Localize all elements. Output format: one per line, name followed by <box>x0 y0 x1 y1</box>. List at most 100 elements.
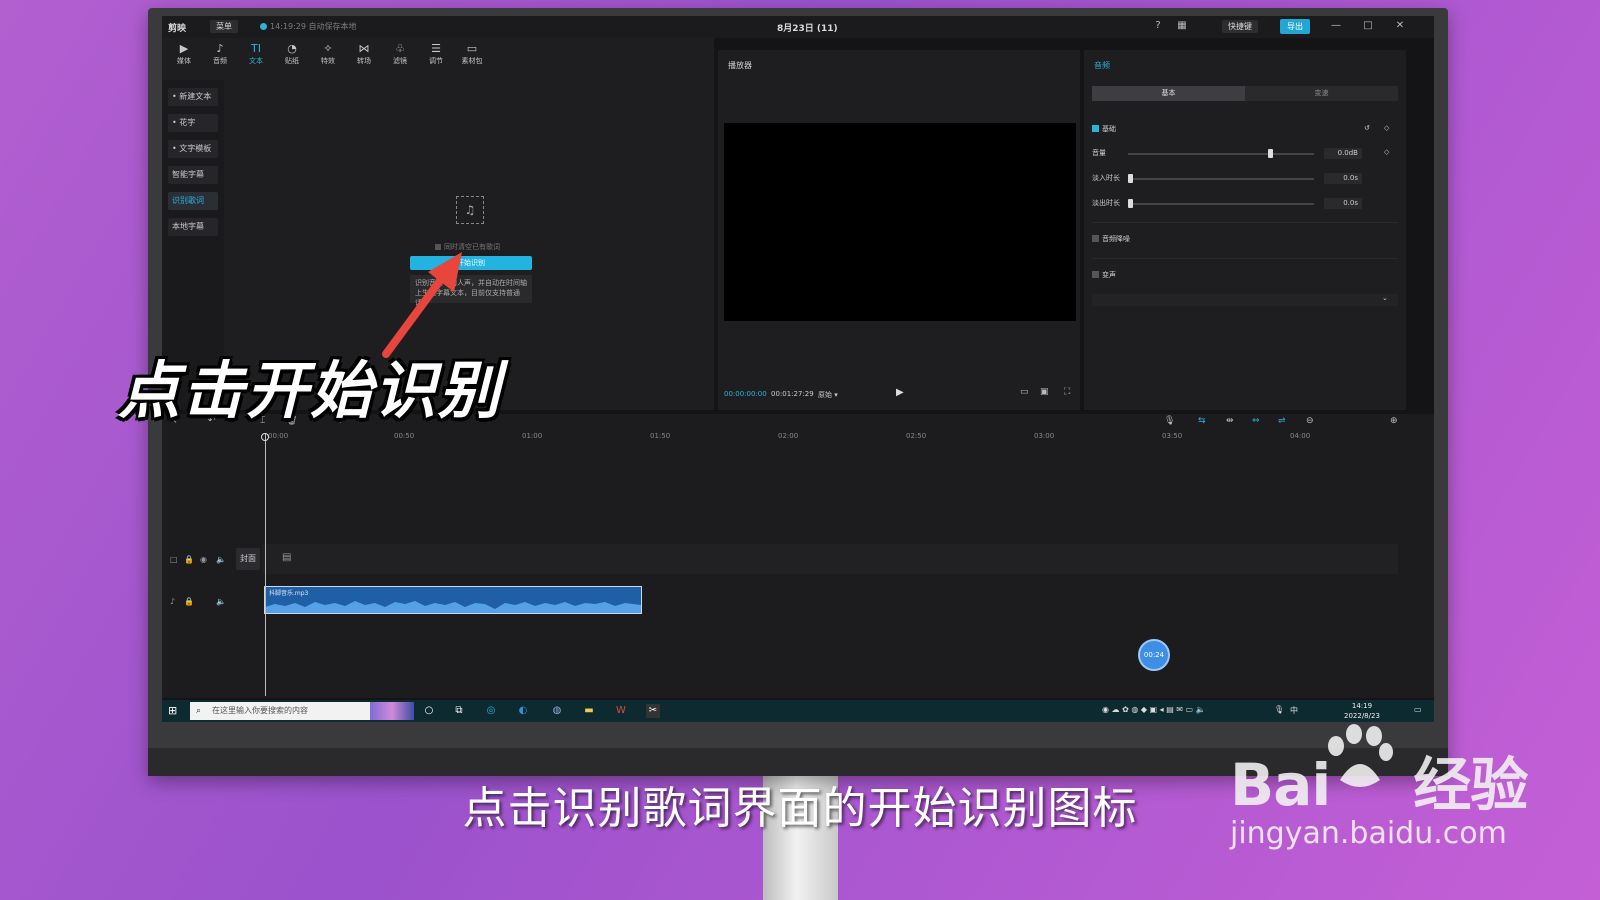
tab-basic[interactable]: 基本 <box>1092 86 1245 101</box>
volume-slider-knob[interactable] <box>1267 149 1273 158</box>
tool-label: 文本 <box>249 57 263 65</box>
fade-in-slider-knob[interactable] <box>1128 174 1133 183</box>
fade-out-slider-knob[interactable] <box>1128 199 1133 208</box>
tool-media[interactable]: ▶ 媒体 <box>168 42 200 66</box>
playhead[interactable] <box>265 434 266 696</box>
chevron-down-icon[interactable]: ⌄ <box>1382 294 1388 302</box>
text-icon: TI <box>251 42 261 55</box>
speaker-icon[interactable]: 🔈 <box>216 555 226 564</box>
audio-clip[interactable]: 抖脚音乐.mp3 <box>264 586 642 614</box>
app-icon[interactable]: ◍ <box>550 704 564 718</box>
zoom-in-icon[interactable]: ⊕ <box>1390 416 1398 426</box>
microphone-tray-icon[interactable]: 🎙 <box>1274 705 1284 714</box>
ruler-tick: 01:00 <box>522 432 543 440</box>
sidebar-item-local-caption[interactable]: 本地字幕 <box>168 218 218 236</box>
layout-icon[interactable]: ▦ <box>1176 20 1188 32</box>
keyframe-icon[interactable]: ◇ <box>1384 124 1389 132</box>
tool-audio[interactable]: ♪ 音频 <box>204 42 236 66</box>
edge-icon[interactable]: ◐ <box>516 704 530 718</box>
cortana-icon[interactable]: ○ <box>422 704 436 718</box>
volume-slider[interactable] <box>1128 149 1314 158</box>
search-icon: ⌕ <box>196 706 202 716</box>
fade-in-value[interactable]: 0.0s <box>1324 173 1362 184</box>
shortcut-button[interactable]: 快捷键 <box>1222 20 1258 33</box>
checkbox[interactable] <box>1092 125 1099 132</box>
voice-change-toggle[interactable]: 变声 <box>1092 270 1116 280</box>
file-explorer-icon[interactable]: ▬ <box>582 704 596 718</box>
search-placeholder: 在这里输入你要搜索的内容 <box>212 706 308 715</box>
eye-icon[interactable]: ◉ <box>200 555 207 564</box>
export-button[interactable]: 导出 <box>1280 19 1310 34</box>
lock-icon[interactable]: 🔒 <box>184 555 194 564</box>
checkbox[interactable] <box>1092 271 1099 278</box>
ratio-select[interactable]: 原始 ▾ <box>818 390 838 400</box>
reset-icon[interactable]: ↺ <box>1364 124 1370 132</box>
track-link-icon[interactable]: ⇌ <box>1278 416 1286 426</box>
time-ruler: 00:00 00:50 01:00 01:50 02:00 02:50 03:0… <box>262 432 1422 442</box>
track-select-icon[interactable]: □ <box>170 555 178 564</box>
film-icon: ▤ <box>282 552 292 563</box>
sidebar-item-fancy-text[interactable]: • 花字 <box>168 114 218 132</box>
category-toolbar: ▶ 媒体 ♪ 音频 TI 文本 ◔ 贴纸 ✧ 特效 ⋈ 转场 ♧ 滤镜 ☰ 调节 ▭ 素材包 <box>162 38 714 80</box>
link-icon[interactable]: ⇆ <box>1198 416 1206 426</box>
denoise-toggle[interactable]: 音频降噪 <box>1092 234 1130 244</box>
tool-sticker[interactable]: ◔ 贴纸 <box>276 42 308 66</box>
volume-value[interactable]: 0.0dB <box>1324 148 1362 159</box>
sidebar-item-lyrics[interactable]: 识别歌词 <box>168 192 218 210</box>
sidebar-item-new-text[interactable]: • 新建文本 <box>168 88 218 106</box>
preview-axis-icon[interactable]: ⇔ <box>1252 416 1260 426</box>
wps-icon[interactable]: W <box>614 704 628 718</box>
waveform-icon[interactable]: ▭ <box>1020 387 1029 397</box>
browser-icon[interactable]: ◎ <box>484 704 498 718</box>
notification-icon[interactable]: ▭ <box>1414 705 1422 714</box>
main-video-track[interactable]: ▤ <box>262 544 1398 574</box>
help-icon[interactable]: ? <box>1152 20 1164 32</box>
sticker-icon: ◔ <box>287 42 297 55</box>
search-highlight-image <box>370 702 414 720</box>
ruler-tick: 02:50 <box>906 432 927 440</box>
capcut-icon[interactable]: ✂ <box>646 704 660 718</box>
fade-in-slider[interactable] <box>1128 174 1314 183</box>
cloud-icon <box>260 23 267 30</box>
voice-change-select[interactable] <box>1092 294 1398 306</box>
play-icon[interactable]: ▶ <box>896 387 904 398</box>
system-clock[interactable]: 14:19 2022/8/23 <box>1344 701 1380 721</box>
checkbox[interactable] <box>1092 235 1099 242</box>
cover-button[interactable]: 封面 <box>236 548 260 570</box>
fade-out-slider[interactable] <box>1128 199 1314 208</box>
minimize-icon[interactable]: — <box>1330 20 1342 32</box>
lock-icon[interactable]: 🔒 <box>184 597 194 606</box>
windows-start-icon[interactable]: ⊞ <box>168 705 180 717</box>
playhead-handle[interactable] <box>261 433 269 441</box>
sidebar-item-text-template[interactable]: • 文字模板 <box>168 140 218 158</box>
basic-section-toggle[interactable]: 基础 <box>1092 124 1116 134</box>
tab-speed[interactable]: 变速 <box>1245 86 1398 101</box>
speaker-icon[interactable]: 🔈 <box>216 597 226 606</box>
tool-filter[interactable]: ♧ 滤镜 <box>384 42 416 66</box>
tool-text[interactable]: TI 文本 <box>240 42 272 66</box>
fade-out-value[interactable]: 0.0s <box>1324 198 1362 209</box>
menu-button[interactable]: 菜单 <box>210 20 238 33</box>
fullscreen-icon[interactable]: ⛶ <box>1064 387 1070 397</box>
maximize-icon[interactable]: □ <box>1362 20 1374 32</box>
taskbar-search[interactable]: ⌕ 在这里输入你要搜索的内容 <box>190 702 414 720</box>
ruler-tick: 02:00 <box>778 432 799 440</box>
tool-transition[interactable]: ⋈ 转场 <box>348 42 380 66</box>
snap-icon[interactable]: ⇹ <box>1226 416 1234 426</box>
sidebar-item-auto-caption[interactable]: 智能字幕 <box>168 166 218 184</box>
microphone-icon[interactable]: 🎙 <box>1164 416 1175 426</box>
zoom-out-icon[interactable]: ⊖ <box>1306 416 1314 426</box>
fade-in-label: 淡入时长 <box>1092 174 1120 182</box>
close-icon[interactable]: ✕ <box>1394 20 1406 32</box>
tool-effects[interactable]: ✧ 特效 <box>312 42 344 66</box>
task-view-icon[interactable]: ⧉ <box>452 704 466 718</box>
tray-icons[interactable]: ◉ ☁ ✿ ◍ ◆ ▣ ◂ ▤ ✉ ▭ 🔈 <box>1102 705 1206 714</box>
tool-adjust[interactable]: ☰ 调节 <box>420 42 452 66</box>
ruler-tick: 04:00 <box>1290 432 1311 440</box>
ratio-label: 原始 <box>818 391 832 399</box>
ruler-tick: 03:50 <box>1162 432 1183 440</box>
ratio-icon[interactable]: ▣ <box>1040 387 1049 397</box>
tool-material[interactable]: ▭ 素材包 <box>456 42 488 66</box>
ime-indicator[interactable]: 中 <box>1290 705 1298 716</box>
keyframe-icon[interactable]: ◇ <box>1384 148 1389 156</box>
